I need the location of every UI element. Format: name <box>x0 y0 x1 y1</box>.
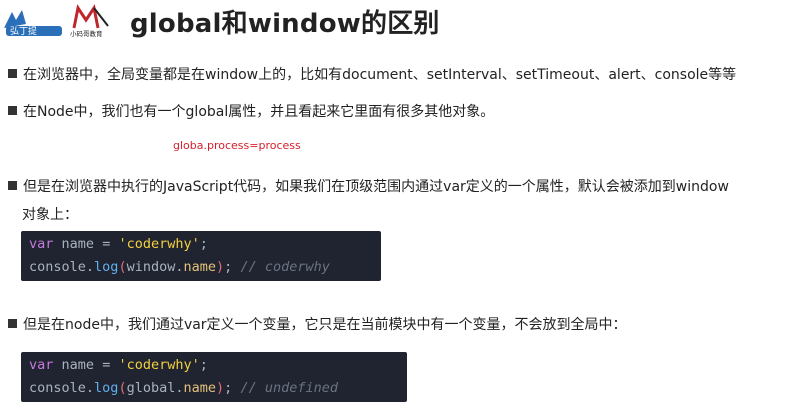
code-block-window: var name = 'coderwhy'; console.log(windo… <box>21 231 381 281</box>
code-line: console.log(window.name); // coderwhy <box>29 259 330 275</box>
code-line: var name = 'coderwhy'; <box>29 236 208 252</box>
square-bullet-icon <box>8 319 17 328</box>
bullet-text: 在浏览器中，全局变量都是在window上的，比如有document、setInt… <box>23 67 737 83</box>
square-bullet-icon <box>8 69 17 78</box>
code-line: console.log(global.name); // undefined <box>29 380 338 396</box>
xiaomage-logo-icon: 小码哥教育 <box>70 4 109 38</box>
svg-text:小码哥教育: 小码哥教育 <box>70 29 103 38</box>
square-bullet-icon <box>8 106 17 115</box>
slide-header: 弘丁提 小码哥教育 global和window的区别 <box>0 0 811 44</box>
bullet-text: 但是在node中，我们通过var定义一个变量，它只是在当前模块中有一个变量，不会… <box>23 317 627 333</box>
bullet-continuation: 对象上： <box>22 207 78 223</box>
bullet-item: 但是在node中，我们通过var定义一个变量，它只是在当前模块中有一个变量，不会… <box>8 314 627 336</box>
bullet-item: 在Node中，我们也有一个global属性，并且看起来它里面有很多其他对象。 <box>8 101 494 123</box>
svg-text:弘丁提: 弘丁提 <box>10 26 37 36</box>
square-bullet-icon <box>8 181 17 190</box>
red-note: globa.process=process <box>173 139 301 152</box>
bullet-item: 在浏览器中，全局变量都是在window上的，比如有document、setInt… <box>8 64 736 86</box>
code-block-global: var name = 'coderwhy'; console.log(globa… <box>21 352 407 402</box>
bullet-text: 在Node中，我们也有一个global属性，并且看起来它里面有很多其他对象。 <box>23 104 495 120</box>
code-line: var name = 'coderwhy'; <box>29 357 208 373</box>
page-title: global和window的区别 <box>130 9 440 39</box>
bullet-item: 但是在浏览器中执行的JavaScript代码，如果我们在顶级范围内通过var定义… <box>8 176 729 198</box>
bullet-text: 但是在浏览器中执行的JavaScript代码，如果我们在顶级范围内通过var定义… <box>23 179 729 195</box>
codewhy-logo-icon: 弘丁提 <box>4 10 62 36</box>
